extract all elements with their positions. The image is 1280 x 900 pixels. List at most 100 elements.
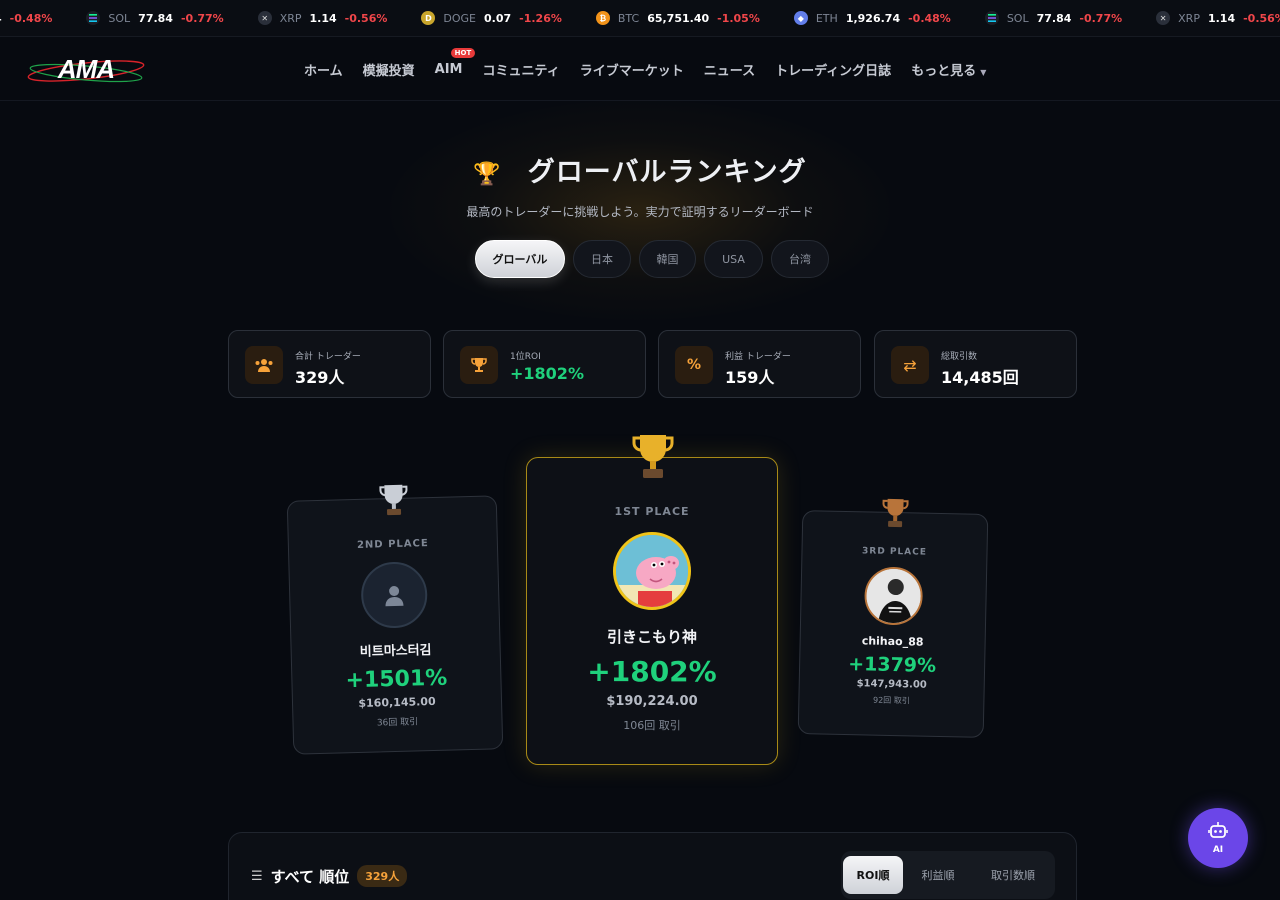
ticker-item[interactable]: ✕ XRP 1.14 -0.56% (1156, 11, 1280, 25)
ticker-price: 0.07 (484, 11, 512, 25)
place-label: 1ST PLACE (614, 505, 690, 518)
trophy-icon: 🏆 (473, 162, 502, 187)
sort-roi-button[interactable]: ROI順 (843, 856, 903, 894)
ticker-item[interactable]: ◆ ETH 1,926.74 -0.48% (793, 11, 951, 25)
ticker-change: -1.26% (519, 11, 562, 25)
stat-value: 14,485回 (941, 368, 1019, 387)
ticker-item[interactable]: ✕ XRP 1.14 -0.56% (257, 11, 388, 25)
ticker-symbol: ETH (815, 11, 838, 25)
solana-icon (86, 11, 101, 25)
svg-text:AMA: AMA (57, 54, 114, 84)
main-navigation: AMA ホーム 模擬投資 AIM HOT コミュニティ ライブマーケット ニュース… (0, 37, 1280, 101)
chevron-down-icon: ▼ (980, 67, 987, 77)
sort-toggle: ROI順 利益順 取引数順 (841, 851, 1055, 899)
trophy-icon (460, 346, 498, 384)
ranking-title-text: すべて 順位 (270, 867, 350, 886)
sort-profit-button[interactable]: 利益順 (903, 856, 973, 894)
trader-name: 引きこもり神 (606, 628, 697, 646)
nav-item-label: AIM (434, 61, 463, 77)
nav-item-community[interactable]: コミュニティ (482, 60, 559, 79)
nav-item-aim[interactable]: AIM HOT (434, 47, 476, 77)
trader-amount: $147,943.00 (856, 678, 927, 691)
ticker-symbol: XRP (279, 11, 302, 25)
page-subtitle: 最高のトレーダーに挑戦しよう。実力で証明するリーダーボード (466, 205, 814, 219)
ticker-item[interactable]: D DOGE 0.07 -1.26% (421, 11, 562, 25)
trader-trade-count: 36回 取引 (376, 717, 419, 729)
stat-card-profitable-traders: % 利益 トレーダー 159人 (658, 330, 861, 398)
stat-value: +1802% (510, 364, 584, 383)
stat-value: 329人 (295, 368, 345, 387)
podium-card-second[interactable]: 2ND PLACE 비트마스터김 +1501% $160,145.00 36回 … (286, 484, 504, 755)
ticker-item[interactable]: SOL 77.84 -0.77% (984, 11, 1122, 25)
peppa-pig-avatar-icon (616, 535, 688, 607)
stat-label: 総取引数 (941, 352, 978, 362)
ai-assistant-button[interactable]: AI (1188, 808, 1248, 868)
stat-card-total-traders: 合計 トレーダー 329人 (228, 330, 431, 398)
nav-item-home[interactable]: ホーム (304, 60, 343, 79)
users-icon (245, 346, 283, 384)
region-tab-japan[interactable]: 日本 (573, 240, 631, 278)
gold-trophy-icon (631, 432, 675, 484)
region-tab-global[interactable]: グローバル (475, 240, 565, 278)
ticker-price: 77.84 (138, 11, 173, 25)
sort-trades-button[interactable]: 取引数順 (973, 856, 1053, 894)
ticker-change: -1.05% (717, 11, 760, 25)
avatar (613, 532, 691, 610)
ranking-count-badge: 329人 (357, 865, 408, 887)
place-label: 3RD PLACE (861, 546, 928, 558)
ticker-change: -0.77% (180, 11, 224, 25)
doge-icon: D (421, 11, 436, 25)
page-title: 🏆 グローバルランキング (0, 150, 1280, 189)
podium-card-first[interactable]: 1ST PLACE 引きこもり神 +1802% $190,224.00 106回… (526, 435, 778, 765)
trader-amount: $160,145.00 (358, 694, 436, 710)
region-tab-usa[interactable]: USA (704, 240, 763, 278)
nav-item-simulated-trading[interactable]: 模擬投資 (363, 60, 415, 79)
percent-icon: % (675, 346, 713, 384)
nav-item-label: もっと見る (911, 63, 977, 79)
ticker-price: 1,926.74 (845, 11, 901, 25)
nav-item-live-market[interactable]: ライブマーケット (580, 60, 684, 79)
site-logo[interactable]: AMA (26, 49, 146, 89)
list-ordered-icon: ☰ (251, 868, 263, 884)
ethereum-icon: ◆ (793, 11, 808, 25)
nav-item-news[interactable]: ニュース (704, 60, 755, 79)
ticker-symbol: SOL (108, 11, 131, 25)
region-tab-taiwan[interactable]: 台湾 (771, 240, 829, 278)
podium-card-third[interactable]: 3RD PLACE chihao_88 +1379% $147,943.00 9… (797, 498, 989, 738)
stat-card-total-trades: ⇄ 総取引数 14,485回 (874, 330, 1077, 398)
ticker-change: -0.48% (9, 11, 53, 25)
ticker-change: -0.48% (908, 11, 951, 25)
price-ticker: 4 -0.48% SOL 77.84 -0.77% ✕ XRP 1.14 -0.… (0, 0, 1280, 37)
region-tab-korea[interactable]: 韓国 (639, 240, 696, 278)
robot-icon (1208, 821, 1228, 842)
user-icon (385, 586, 404, 607)
ticker-price: 4 (0, 12, 2, 25)
hot-badge: HOT (450, 47, 476, 58)
ranking-panel-title: ☰ すべて 順位 329人 (251, 865, 408, 887)
trader-amount: $190,224.00 (606, 694, 698, 709)
page-title-text: グローバルランキング (527, 157, 807, 188)
ticker-item[interactable]: ₿ BTC 65,751.40 -1.05% (595, 11, 760, 25)
xrp-icon: ✕ (1156, 11, 1171, 25)
silver-trophy-icon (378, 483, 409, 522)
bronze-trophy-icon (881, 497, 910, 534)
stat-label: 利益 トレーダー (725, 352, 791, 362)
trader-roi: +1501% (345, 665, 448, 694)
trader-trade-count: 92回 取引 (872, 695, 910, 706)
ticker-price: 65,751.40 (647, 11, 710, 25)
trader-roi: +1379% (847, 653, 937, 677)
nav-item-trading-journal[interactable]: トレーディング日誌 (775, 60, 891, 79)
ticker-change: -0.56% (344, 11, 388, 25)
ticker-item[interactable]: 4 -0.48% (0, 12, 52, 25)
avatar (863, 566, 924, 626)
ticker-price: 1.14 (1207, 11, 1236, 25)
stat-label: 1位ROI (510, 352, 541, 362)
ticker-item[interactable]: SOL 77.84 -0.77% (86, 11, 224, 25)
stat-label: 合計 トレーダー (295, 352, 361, 362)
ticker-price: 77.84 (1036, 11, 1072, 25)
nav-item-more[interactable]: もっと見る ▼ (911, 60, 986, 79)
region-filter: グローバル 日本 韓国 USA 台湾 (475, 240, 837, 278)
nav-menu: ホーム 模擬投資 AIM HOT コミュニティ ライブマーケット ニュース トレー… (304, 37, 1006, 101)
avatar (360, 561, 429, 629)
trader-name: chihao_88 (861, 634, 924, 649)
